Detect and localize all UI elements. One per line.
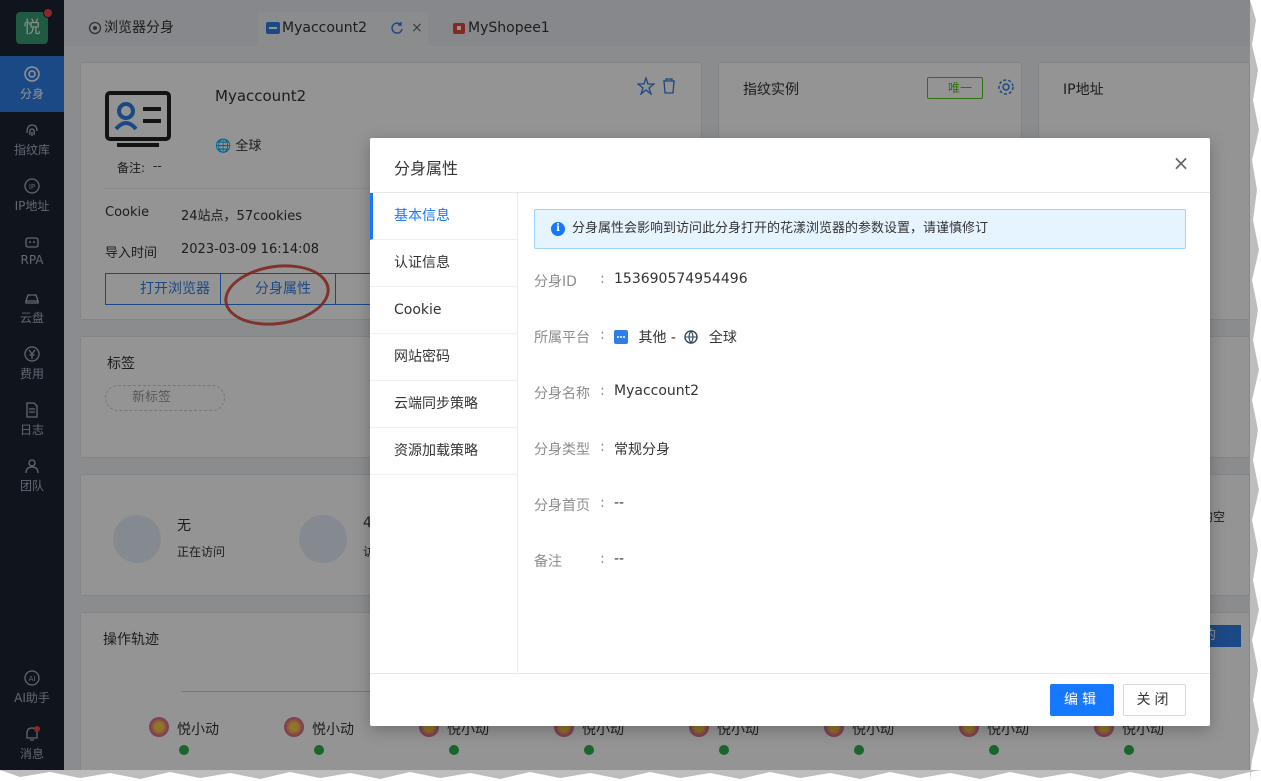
field-colon: : — [600, 551, 605, 567]
platform-region: 全球 — [708, 330, 737, 346]
profile-properties-dialog: 分身属性 × 基本信息 认证信息 Cookie 网站密码 云端同步策略 资源加载… — [370, 138, 1210, 726]
platform-name: 其他 - — [638, 330, 676, 346]
close-icon[interactable]: × — [1172, 153, 1190, 173]
field-label: 所属平台 — [534, 330, 590, 346]
field-colon: : — [600, 383, 605, 399]
field-label: 分身类型 — [534, 442, 590, 458]
torn-edge-bottom — [0, 770, 1261, 779]
dialog-title: 分身属性 — [394, 159, 459, 178]
torn-edge-right — [1250, 0, 1259, 781]
field-label: 分身首页 — [534, 498, 590, 514]
field-colon: : — [600, 271, 605, 287]
field-value: 常规分身 — [614, 442, 670, 458]
menu-item-auth-info[interactable]: 认证信息 — [370, 240, 517, 287]
close-button[interactable]: 关闭 — [1123, 684, 1186, 716]
edit-button[interactable]: 编辑 — [1050, 684, 1114, 716]
field-value: 153690574954496 — [614, 271, 748, 287]
menu-item-cloud-sync[interactable]: 云端同步策略 — [370, 381, 517, 428]
field-colon: : — [600, 439, 605, 455]
field-label: 备注 — [534, 554, 562, 570]
field-value: -- — [614, 495, 625, 511]
info-icon: i — [551, 222, 565, 236]
menu-item-resource-loading[interactable]: 资源加载策略 — [370, 428, 517, 475]
notice-text: 分身属性会影响到访问此分身打开的花漾浏览器的参数设置，请谨慎修订 — [572, 221, 989, 236]
field-label: 分身名称 — [534, 386, 590, 402]
menu-item-site-passwords[interactable]: 网站密码 — [370, 334, 517, 381]
menu-item-cookie[interactable]: Cookie — [370, 287, 517, 334]
field-colon: : — [600, 327, 605, 343]
platform-icon — [614, 330, 628, 344]
menu-item-basic-info[interactable]: 基本信息 — [370, 193, 517, 240]
info-notice: i 分身属性会影响到访问此分身打开的花漾浏览器的参数设置，请谨慎修订 — [534, 209, 1186, 249]
field-colon: : — [600, 495, 605, 511]
field-value: -- — [614, 551, 625, 567]
divider — [370, 673, 1210, 674]
dialog-menu: 基本信息 认证信息 Cookie 网站密码 云端同步策略 资源加载策略 — [370, 193, 518, 673]
app-window: 悦 分身 指纹库 IP IP地址 RPA 云盘 费用 日志 团队 AI AI助手… — [0, 0, 1250, 770]
dialog-body: i 分身属性会影响到访问此分身打开的花漾浏览器的参数设置，请谨慎修订 分身ID … — [518, 193, 1210, 673]
field-label: 分身ID — [534, 274, 577, 290]
field-value-platform: 其他 - 全球 — [614, 327, 737, 347]
field-value: Myaccount2 — [614, 383, 700, 399]
globe-icon — [684, 330, 699, 344]
